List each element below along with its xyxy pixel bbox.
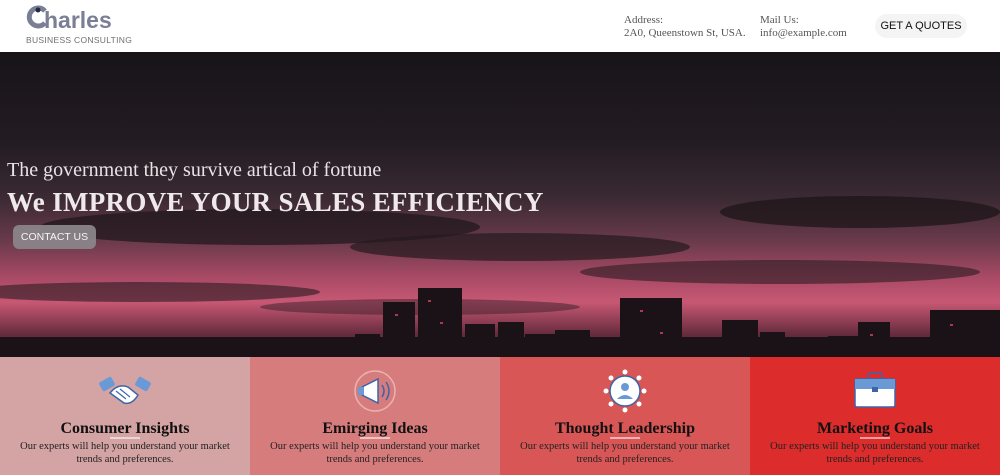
brand-logo[interactable]: harles BUSINESS CONSULTING bbox=[26, 5, 132, 47]
address-block: Address: 2A0, Queenstown St, USA. bbox=[624, 14, 746, 40]
hero-banner: The government they survive artical of f… bbox=[0, 52, 1000, 357]
features-strip: Consumer Insights Our experts will help … bbox=[0, 357, 1000, 475]
mail-value[interactable]: info@example.com bbox=[760, 27, 847, 40]
feature-divider bbox=[110, 437, 140, 439]
feature-card-emirging-ideas[interactable]: Emirging Ideas Our experts will help you… bbox=[250, 357, 500, 475]
feature-card-thought-leadership[interactable]: Thought Leadership Our experts will help… bbox=[500, 357, 750, 475]
hero-title: We IMPROVE YOUR SALES EFFICIENCY bbox=[7, 187, 544, 217]
feature-description: Our experts will help you understand you… bbox=[520, 441, 730, 465]
address-value: 2A0, Queenstown St, USA. bbox=[624, 27, 746, 39]
megaphone-icon bbox=[354, 370, 396, 412]
feature-title: Marketing Goals bbox=[817, 420, 933, 437]
feature-title: Emirging Ideas bbox=[322, 420, 428, 437]
site-header: harles BUSINESS CONSULTING Address: 2A0,… bbox=[0, 0, 1000, 52]
feature-title: Consumer Insights bbox=[60, 420, 190, 437]
feature-title: Thought Leadership bbox=[554, 420, 696, 437]
contact-us-button[interactable]: CONTACT US bbox=[13, 225, 96, 249]
feature-card-consumer-insights[interactable]: Consumer Insights Our experts will help … bbox=[0, 357, 250, 475]
feature-description: Our experts will help you understand you… bbox=[770, 441, 980, 465]
feature-divider bbox=[610, 437, 640, 439]
address-label: Address: bbox=[624, 14, 664, 26]
briefcase-icon bbox=[854, 372, 896, 408]
feature-divider bbox=[360, 437, 390, 439]
feature-description: Our experts will help you understand you… bbox=[20, 441, 230, 465]
hero-subtitle: The government they survive artical of f… bbox=[7, 159, 382, 181]
handshake-icon bbox=[99, 376, 151, 405]
feature-description: Our experts will help you understand you… bbox=[270, 441, 480, 465]
brand-name: harles bbox=[44, 7, 112, 33]
mail-label: Mail Us: bbox=[760, 14, 799, 26]
feature-card-marketing-goals[interactable]: Marketing Goals Our experts will help yo… bbox=[750, 357, 1000, 475]
feature-divider bbox=[860, 437, 890, 439]
mail-block: Mail Us: info@example.com bbox=[760, 14, 847, 40]
get-quotes-button[interactable]: GET A QUOTES bbox=[875, 14, 967, 38]
network-user-icon bbox=[603, 369, 647, 413]
brand-tagline: BUSINESS CONSULTING bbox=[26, 35, 133, 45]
